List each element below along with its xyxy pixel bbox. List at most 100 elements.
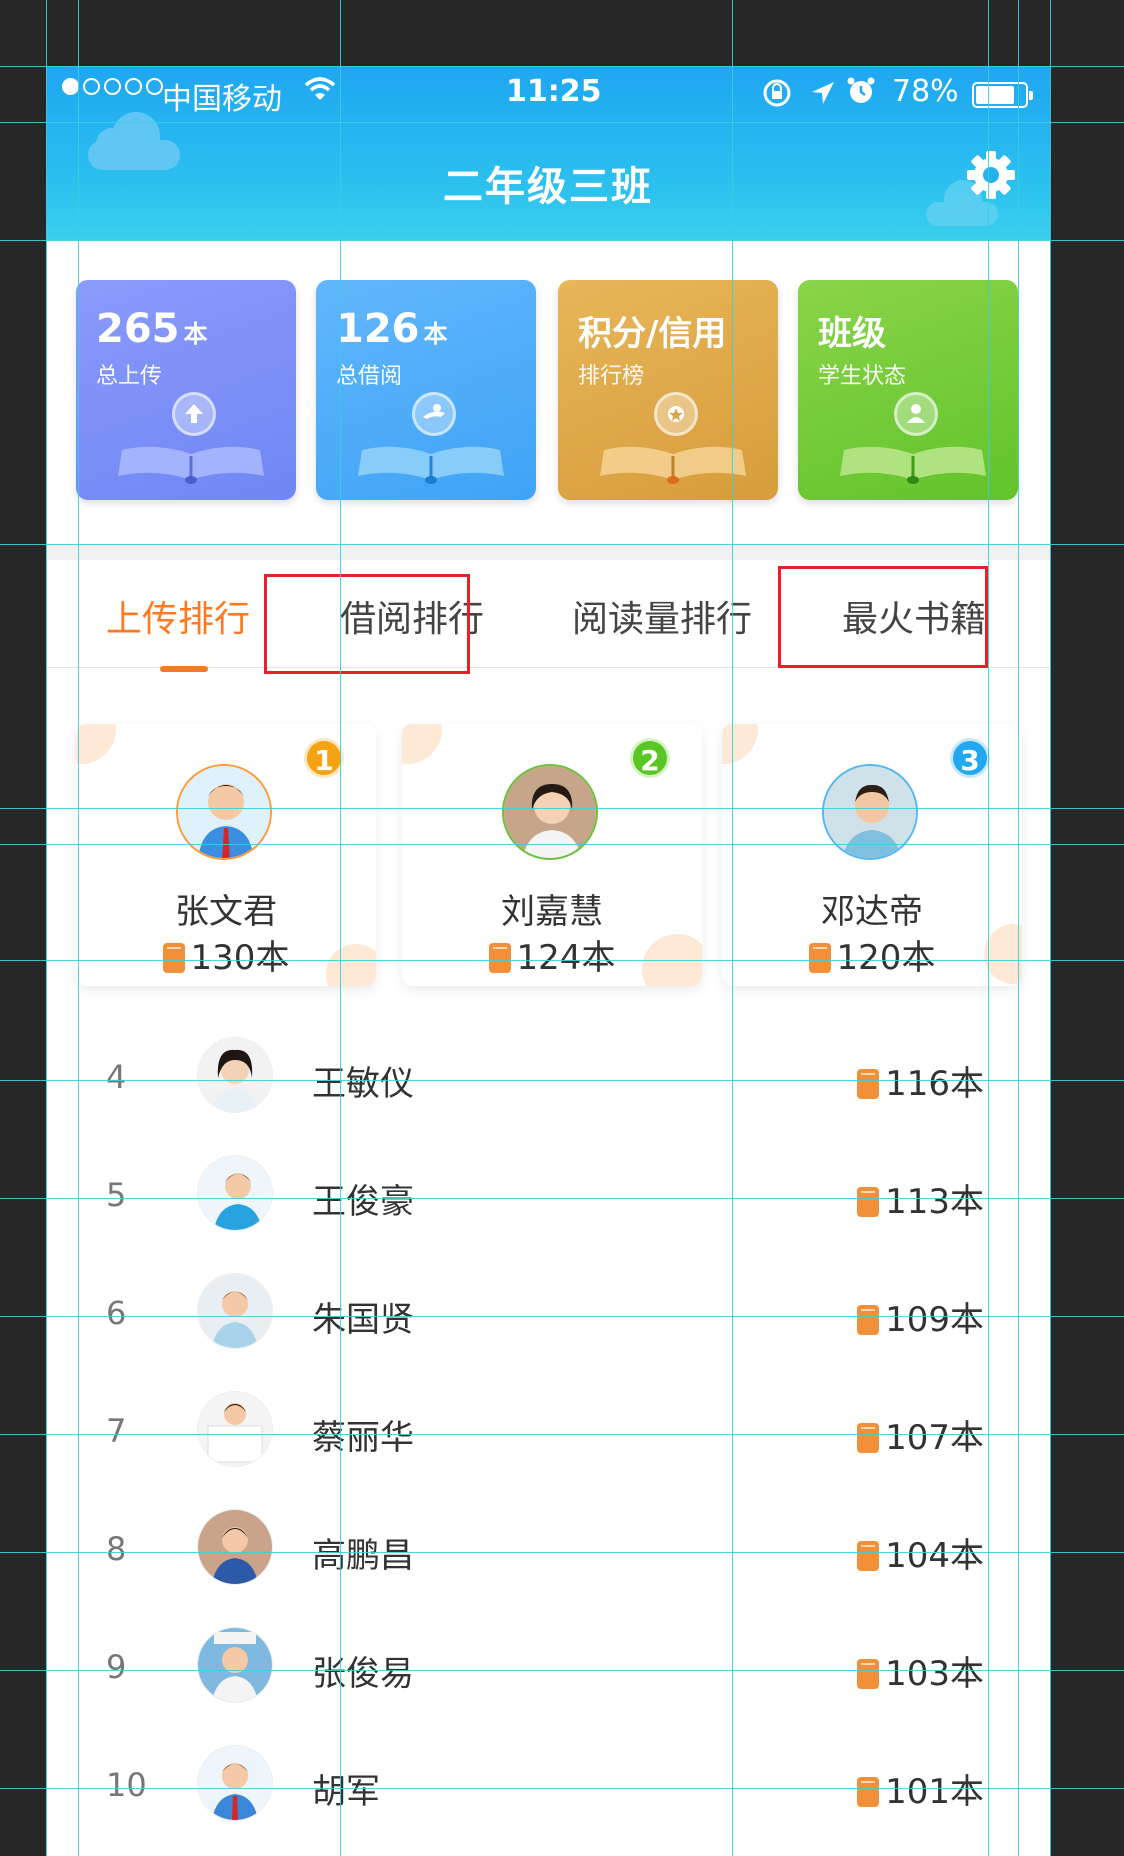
avatar [198, 1156, 272, 1230]
list-item[interactable]: 7 蔡丽华 107本 [46, 1378, 1050, 1496]
clock-time: 11:25 [506, 74, 602, 109]
rotation-lock-icon [763, 79, 791, 107]
rank-number: 6 [106, 1294, 127, 1332]
podium-card-second[interactable]: 2 刘嘉慧 124本 [402, 724, 702, 986]
book-count: 116本 [885, 1064, 984, 1104]
phone-screen: 中国移动 11:25 78% 二年级三班 265 本 总上传 126 本 总借阅… [46, 66, 1050, 1856]
open-book-icon [600, 446, 746, 484]
card-unit: 本 [183, 320, 208, 348]
guide-line [0, 1080, 1124, 1081]
avatar [198, 1038, 272, 1112]
student-name: 邓达帝 [821, 892, 923, 932]
status-bar: 中国移动 11:25 78% [46, 66, 1050, 122]
rank-number: 8 [106, 1530, 127, 1568]
card-subtitle: 排行榜 [578, 364, 645, 389]
book-icon [857, 1305, 880, 1335]
guide-line [732, 0, 733, 1856]
guide-line [0, 960, 1124, 961]
upload-icon [172, 392, 216, 436]
decoration-circle [722, 724, 758, 764]
total-borrow-card[interactable]: 126 本 总借阅 [316, 280, 536, 500]
list-item[interactable]: 10 胡军 101本 [46, 1732, 1050, 1850]
book-count: 101本 [885, 1772, 984, 1812]
avatar [198, 1746, 272, 1820]
podium-card-third[interactable]: 3 邓达帝 120本 [722, 724, 1022, 986]
section-divider [46, 544, 1050, 560]
avatar [176, 764, 272, 860]
card-number: 265 [96, 306, 180, 352]
gear-icon[interactable] [964, 148, 1018, 202]
book-icon [162, 943, 185, 973]
card-title: 班级 [818, 314, 886, 354]
book-count: 120本 [836, 938, 936, 978]
card-title: 积分/信用 [578, 314, 727, 354]
podium-card-first[interactable]: 1 张文君 130本 [76, 724, 376, 986]
rank-number: 7 [106, 1412, 127, 1450]
book-count: 130本 [190, 938, 290, 978]
card-number: 126 [336, 306, 420, 352]
total-upload-card[interactable]: 265 本 总上传 [76, 280, 296, 500]
top-three-podium: 1 张文君 130本 2 刘嘉慧 124本 3 邓达帝 120本 [46, 706, 1050, 996]
avatar [198, 1392, 272, 1466]
guide-line [0, 122, 1124, 123]
card-subtitle: 学生状态 [818, 364, 907, 389]
carrier-name: 中国移动 [162, 82, 282, 117]
medal-badge: 1 [304, 738, 344, 778]
guide-line [0, 1670, 1124, 1671]
highlight-box-hot-books-tab [778, 566, 988, 668]
book-count: 113本 [885, 1182, 984, 1222]
location-arrow-icon [812, 82, 834, 104]
medal-badge: 2 [630, 738, 670, 778]
student-name: 刘嘉慧 [501, 892, 603, 932]
avatar [198, 1510, 272, 1584]
guide-line [46, 0, 47, 1856]
score-ranking-card[interactable]: 积分/信用 排行榜 [558, 280, 778, 500]
avatar [502, 764, 598, 860]
book-icon [808, 943, 831, 973]
rank-number: 9 [106, 1648, 127, 1686]
guide-line [1050, 0, 1051, 1856]
book-count: 104本 [885, 1536, 984, 1576]
card-subtitle: 总借阅 [336, 364, 403, 389]
book-icon [857, 1659, 880, 1689]
guide-line [0, 1198, 1124, 1199]
hand-icon [412, 392, 456, 436]
book-icon [857, 1069, 880, 1099]
battery-percent: 78% [892, 74, 959, 109]
guide-line [988, 0, 989, 1856]
guide-line [340, 0, 341, 1856]
guide-line [1018, 0, 1019, 1856]
alarm-icon [847, 77, 875, 103]
open-book-icon [358, 446, 504, 484]
header: 中国移动 11:25 78% 二年级三班 [46, 66, 1050, 240]
ranking-list: 4 王敏仪 116本 5 王俊豪 113本 6 朱国贤 109本 7 蔡丽华 1… [46, 1024, 1050, 1850]
list-item[interactable]: 6 朱国贤 109本 [46, 1260, 1050, 1378]
class-status-card[interactable]: 班级 学生状态 [798, 280, 1018, 500]
book-count: 124本 [516, 938, 616, 978]
guide-line [78, 0, 79, 1856]
list-item[interactable]: 8 高鹏昌 104本 [46, 1496, 1050, 1614]
guide-line [0, 1788, 1124, 1789]
student-name: 张文君 [175, 892, 277, 932]
active-tab-indicator [160, 666, 208, 672]
card-unit: 本 [423, 320, 448, 348]
decoration-circle [76, 724, 116, 764]
avatar [198, 1274, 272, 1348]
guide-line [0, 844, 1124, 845]
medal-icon [654, 392, 698, 436]
open-book-icon [118, 446, 264, 484]
rank-number: 5 [106, 1176, 127, 1214]
tab-reading-ranking[interactable]: 阅读量排行 [572, 590, 752, 642]
list-item[interactable]: 9 张俊易 103本 [46, 1614, 1050, 1732]
guide-line [0, 808, 1124, 809]
avatar [822, 764, 918, 860]
list-item[interactable]: 5 王俊豪 113本 [46, 1142, 1050, 1260]
open-book-icon [840, 446, 986, 484]
wifi-icon [304, 77, 336, 100]
list-item[interactable]: 4 王敏仪 116本 [46, 1024, 1050, 1142]
book-icon [857, 1187, 880, 1217]
tab-upload-ranking[interactable]: 上传排行 [106, 590, 250, 642]
book-icon [488, 943, 511, 973]
guide-line [0, 66, 1124, 67]
book-count: 103本 [885, 1654, 984, 1694]
